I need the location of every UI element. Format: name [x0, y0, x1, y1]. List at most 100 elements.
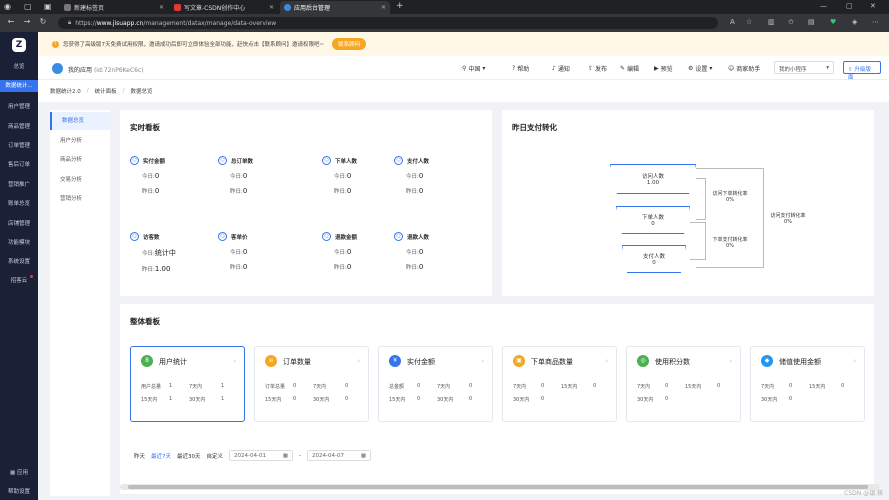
- today-label: 今日:: [230, 250, 243, 256]
- date-option-30days[interactable]: 最近30天: [177, 452, 201, 460]
- sidebar-item-orders[interactable]: 订单管理: [0, 141, 38, 149]
- subnav-users[interactable]: 用户分析: [50, 132, 110, 150]
- rate-value: 0%: [726, 197, 734, 203]
- sidebar-item-store[interactable]: 店铺管理: [0, 219, 38, 227]
- sidebar-item-goods[interactable]: 商品管理: [0, 122, 38, 130]
- merchant-assistant-button[interactable]: ☺ 商家助手: [728, 64, 760, 73]
- read-aloud-icon[interactable]: A: [730, 18, 735, 26]
- overall-card[interactable]: ¥ 实付金额 › 总金额 0 7天内 0 15天内 0 30天内 0: [378, 346, 493, 422]
- new-tab-icon[interactable]: +: [396, 1, 404, 11]
- card-title: 实付金额: [407, 358, 435, 366]
- today-label: 今日:: [142, 174, 155, 180]
- yesterday-value: 0: [418, 263, 424, 271]
- card-row-label: 7天内: [189, 384, 203, 390]
- date-separator: -: [299, 452, 302, 459]
- date-option-custom[interactable]: 自定义: [207, 452, 224, 460]
- today-label: 今日:: [142, 251, 155, 257]
- tab-new[interactable]: 新建标签页 ✕: [60, 1, 168, 14]
- metric-yesterday: 昨日:1.00: [130, 265, 176, 273]
- tab-admin[interactable]: 应用后台管理 ✕: [280, 1, 390, 14]
- sidebar-item-help-settings[interactable]: 帮助设置: [0, 487, 38, 495]
- sidebar-item-modules[interactable]: 功能模块: [0, 238, 38, 246]
- metric-card: ○ 实付金额 今日:0 昨日:0: [130, 156, 165, 195]
- notice-text: 您获得了高级版7天免费试用权限，邀请成功后即可立即体验全部功能，赶快点击【联系顾…: [63, 42, 325, 48]
- subnav-marketing[interactable]: 营销分析: [50, 190, 110, 208]
- card-row: 15天内 1 30天内 1: [141, 396, 241, 403]
- miniprogram-select[interactable]: 我的小程序 ▾: [774, 61, 834, 74]
- upgrade-button[interactable]: ⇧ 升级版面: [843, 61, 881, 81]
- favorite-icon[interactable]: ☆: [746, 18, 752, 26]
- card-row-value: 1: [221, 383, 225, 389]
- date-range-bar: 昨天 最近7天 最近30天 自定义 2024-04-01 ▦ - 2024-04-…: [134, 450, 372, 461]
- breadcrumb-item[interactable]: 统计面板: [95, 87, 117, 95]
- watermark: CSDN @银.孩: [844, 490, 883, 497]
- app-logo[interactable]: Z: [12, 38, 26, 52]
- edit-button[interactable]: ✎ 编辑: [620, 64, 639, 73]
- rate-pay: 下单支付转化率 0%: [708, 236, 752, 249]
- yesterday-label: 昨日:: [406, 265, 419, 271]
- minimize-icon[interactable]: —: [820, 2, 827, 10]
- back-icon[interactable]: ←: [4, 17, 18, 26]
- metric-card: ○ 下单人数 今日:0 昨日:0: [322, 156, 357, 195]
- end-date-input[interactable]: 2024-04-07 ▦: [307, 450, 372, 461]
- overall-card[interactable]: ▣ 下单商品数量 › 7天内 0 15天内 0 30天内 0: [502, 346, 617, 422]
- favorites-icon[interactable]: ✩: [788, 18, 794, 26]
- more-icon[interactable]: ⋯: [872, 18, 879, 26]
- scrollbar-thumb[interactable]: [128, 485, 868, 489]
- close-icon[interactable]: ✕: [269, 4, 274, 11]
- tab-title: 新建标签页: [74, 5, 105, 12]
- overall-card[interactable]: ◆ 储值使用金额 › 7天内 0 15天内 0 30天内 0: [750, 346, 865, 422]
- card-title: 储值使用金额: [779, 358, 821, 366]
- date-option-yesterday[interactable]: 昨天: [134, 452, 145, 460]
- help-button[interactable]: ? 帮助: [512, 64, 529, 73]
- chevron-down-icon: ▾: [709, 65, 713, 72]
- subnav-trade[interactable]: 交易分析: [50, 171, 110, 189]
- url-bar[interactable]: 🔒︎ https:// www.jisuapp.cn /management/d…: [58, 17, 718, 29]
- overall-card[interactable]: ◎ 使用积分数 › 7天内 0 15天内 0 30天内 0: [626, 346, 741, 422]
- csdn-icon: [174, 4, 181, 11]
- subnav-overview[interactable]: 数据总览: [50, 112, 110, 130]
- sidebar-item-statistics[interactable]: 数据统计...: [0, 80, 38, 92]
- preview-button[interactable]: ▶ 预览: [654, 64, 673, 73]
- publish-button[interactable]: ⇪ 发布: [588, 64, 607, 73]
- settings-button[interactable]: ⚙ 设置 ▾: [688, 64, 712, 73]
- metric-yesterday: 昨日:0: [322, 263, 357, 271]
- close-icon[interactable]: ✕: [381, 4, 386, 11]
- maximize-icon[interactable]: ▢: [846, 2, 853, 10]
- date-option-7days[interactable]: 最近7天: [151, 452, 171, 460]
- overall-card[interactable]: ≡ 订单数量 › 订单总量 0 7天内 0 15天内 0 30天内 0: [254, 346, 369, 422]
- metric-name: 退款人数: [407, 234, 430, 241]
- sidebar-item-apps[interactable]: ▦ 应用: [0, 468, 38, 476]
- sidebar-item-settings[interactable]: 系统设置: [0, 257, 38, 265]
- sidebar-item-users[interactable]: 用户管理: [0, 102, 38, 110]
- tab-actions-icon[interactable]: ▢: [24, 2, 32, 11]
- window-close-icon[interactable]: ✕: [870, 2, 876, 10]
- card-row: 30天内 0: [761, 396, 861, 403]
- region-select[interactable]: ⚲ 中国 ▾: [462, 64, 485, 73]
- horizontal-scrollbar[interactable]: [120, 484, 880, 490]
- subnav-goods[interactable]: 商品分析: [50, 151, 110, 169]
- connector-line: [696, 168, 764, 268]
- sidebar-item-bills[interactable]: 账单总览: [0, 199, 38, 207]
- tab-csdn[interactable]: 写文章-CSDN创作中心 ✕: [170, 1, 278, 14]
- card-row-label: 15天内: [265, 397, 282, 403]
- sidebar-item-aftersale[interactable]: 售后订单: [0, 160, 38, 168]
- collections-icon[interactable]: ▤: [808, 18, 815, 26]
- copilot-icon[interactable]: ◈: [852, 18, 857, 26]
- start-date-input[interactable]: 2024-04-01 ▦: [229, 450, 294, 461]
- split-icon[interactable]: ▥: [768, 18, 775, 26]
- extension-icon[interactable]: ♥: [830, 18, 836, 26]
- overall-card[interactable]: 8 用户统计 › 用户总量 1 7天内 1 15天内 1 30天内 1: [130, 346, 245, 422]
- app-id: (id:72nP6KeC6c): [93, 67, 144, 74]
- profile-icon[interactable]: ◉: [4, 2, 11, 11]
- close-icon[interactable]: ✕: [159, 4, 164, 11]
- sidebar-item-overview[interactable]: 总览: [0, 62, 38, 70]
- card-row-value: 1: [169, 396, 173, 402]
- notify-button[interactable]: ♪ 通知: [552, 64, 570, 73]
- tab-grid-icon[interactable]: ▣: [44, 2, 52, 11]
- breadcrumb-item[interactable]: 数据统计2.0: [50, 87, 81, 95]
- sidebar-item-marketing[interactable]: 营销推广: [0, 180, 38, 188]
- refresh-icon[interactable]: ↻: [36, 17, 50, 26]
- contact-advisor-button[interactable]: 联系顾问: [332, 38, 367, 50]
- forward-icon[interactable]: →: [20, 17, 34, 26]
